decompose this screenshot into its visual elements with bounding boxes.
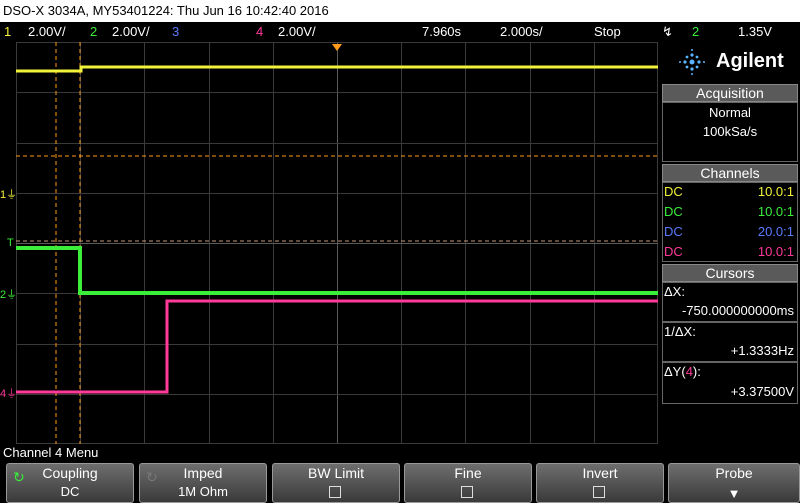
- invert-label: Invert: [582, 465, 618, 481]
- probe-label: Probe: [715, 465, 753, 481]
- ch4-scale[interactable]: 2.00V/: [278, 24, 316, 39]
- fine-checkbox[interactable]: [461, 486, 473, 498]
- ch4-ground-marker[interactable]: 4⏚: [0, 385, 17, 401]
- ch3-probe: 20.0:1: [757, 224, 794, 239]
- channel-row-3: DC 20.0:1: [664, 224, 796, 242]
- acquisition-header: Acquisition: [662, 84, 798, 102]
- ch4-probe: 10.0:1: [757, 244, 794, 259]
- ch1-probe: 10.0:1: [757, 184, 794, 199]
- graticule: [16, 42, 658, 444]
- ch1-ground-marker[interactable]: 1⏚: [0, 186, 17, 202]
- dy-channel: 4: [685, 364, 693, 379]
- trigger-level[interactable]: 1.35V: [738, 24, 772, 39]
- imped-softkey[interactable]: ↻ Imped 1M Ohm: [139, 463, 267, 503]
- ch4-coupling: DC: [664, 244, 683, 259]
- bw-limit-checkbox[interactable]: [329, 486, 341, 498]
- coupling-value: DC: [60, 484, 80, 499]
- status-bar: 1 2.00V/ 2 2.00V/ 3 4 2.00V/ 7.960s 2.00…: [0, 22, 800, 42]
- channels-header: Channels: [662, 164, 798, 182]
- trigger-marker[interactable]: T: [7, 237, 14, 249]
- cursors-header: Cursors: [662, 264, 798, 282]
- cursor-inv-label: 1/ΔX:: [664, 324, 696, 339]
- time-position[interactable]: 7.960s: [422, 24, 461, 39]
- imped-label: Imped: [183, 465, 223, 481]
- submenu-arrow-icon: ▼: [727, 486, 741, 501]
- spark-icon: [679, 49, 705, 75]
- probe-softkey[interactable]: Probe ▼: [668, 463, 800, 503]
- channel-row-4: DC 10.0:1: [664, 244, 796, 262]
- cursor-dy-label: ΔY(4):: [664, 364, 701, 379]
- ground-icon: ⏚: [6, 189, 18, 201]
- brand-area: Agilent: [660, 42, 800, 82]
- menu-title: Channel 4 Menu: [3, 445, 99, 460]
- ch1-number[interactable]: 1: [4, 24, 11, 39]
- trigger-icon: ↯: [662, 24, 673, 39]
- dy-label-post: ):: [692, 364, 701, 379]
- cursor-inv-value: +1.3333Hz: [730, 343, 794, 358]
- cursor-dy-value: +3.37500V: [730, 384, 794, 399]
- sample-rate: 100kSa/s: [702, 124, 758, 139]
- ch2-scale[interactable]: 2.00V/: [112, 24, 150, 39]
- trigger-source[interactable]: 2: [692, 24, 699, 39]
- fine-softkey[interactable]: Fine: [404, 463, 532, 503]
- ch2-ground-marker[interactable]: 2⏚: [0, 286, 17, 302]
- bw-limit-softkey[interactable]: BW Limit: [272, 463, 400, 503]
- acquisition-mode: Normal: [709, 105, 751, 120]
- ground-icon: ⏚: [6, 289, 18, 301]
- ch1-coupling: DC: [664, 184, 683, 199]
- waveform-display[interactable]: [16, 42, 658, 444]
- ch3-coupling: DC: [664, 224, 683, 239]
- channel-row-1: DC 10.0:1: [664, 184, 796, 202]
- ch3-number[interactable]: 3: [172, 24, 179, 39]
- ch2-coupling: DC: [664, 204, 683, 219]
- cursor-dx-value: -750.000000000ms: [681, 303, 794, 318]
- coupling-softkey[interactable]: ↻ Coupling DC: [6, 463, 134, 503]
- trigger-position-marker: [332, 44, 342, 51]
- bw-limit-label: BW Limit: [308, 465, 364, 481]
- channel-row-2: DC 10.0:1: [664, 204, 796, 222]
- ground-icon: ⏚: [6, 388, 18, 400]
- ch2-probe: 10.0:1: [757, 204, 794, 219]
- dy-label-pre: ΔY(: [664, 364, 686, 379]
- imped-value: 1M Ohm: [178, 484, 228, 499]
- cursor-dx-label: ΔX:: [664, 284, 685, 299]
- ch1-scale[interactable]: 2.00V/: [28, 24, 66, 39]
- run-state[interactable]: Stop: [594, 24, 621, 39]
- ch2-number[interactable]: 2: [90, 24, 97, 39]
- brand-name: Agilent: [716, 50, 784, 72]
- time-scale[interactable]: 2.000s/: [500, 24, 543, 39]
- invert-checkbox[interactable]: [593, 486, 605, 498]
- coupling-label: Coupling: [42, 465, 98, 481]
- info-panel: Agilent Acquisition Normal 100kSa/s Chan…: [660, 42, 800, 444]
- fine-label: Fine: [454, 465, 482, 481]
- window-title: DSO-X 3034A, MY53401224: Thu Jun 16 10:4…: [0, 0, 800, 22]
- ch4-number[interactable]: 4: [256, 24, 263, 39]
- invert-softkey[interactable]: Invert: [536, 463, 664, 503]
